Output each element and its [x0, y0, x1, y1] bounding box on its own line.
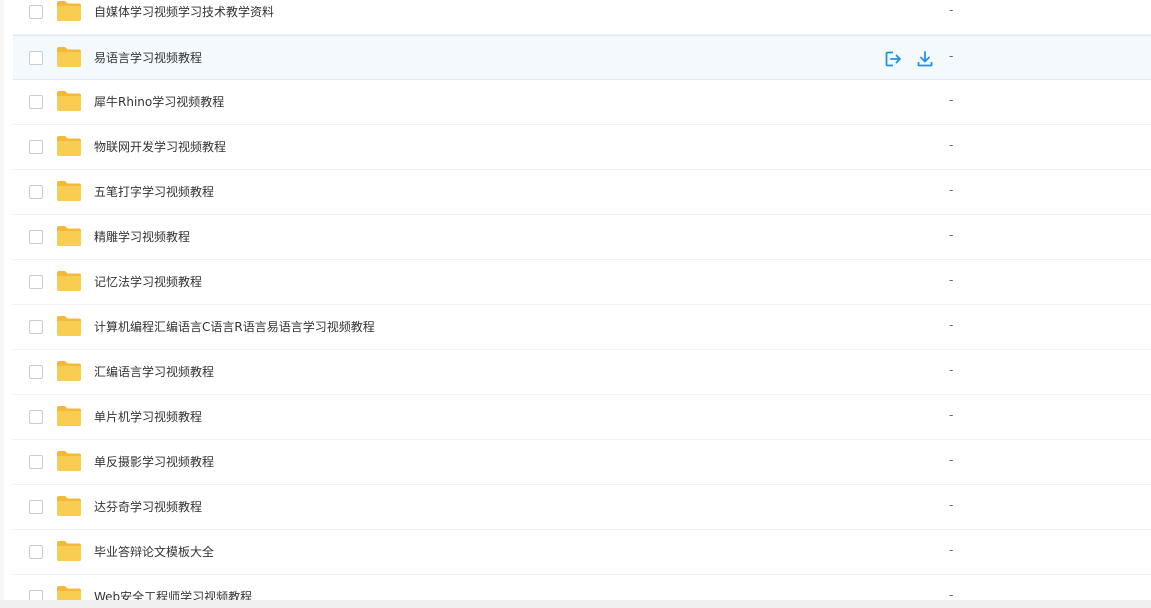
- file-row[interactable]: 犀牛Rhino学习视频教程 -: [13, 80, 1151, 125]
- folder-icon: [57, 316, 81, 336]
- row-actions: [884, 50, 934, 70]
- file-size: -: [949, 93, 954, 107]
- folder-icon: [57, 271, 81, 291]
- file-row[interactable]: 易语言学习视频教程 -: [13, 35, 1151, 80]
- file-row[interactable]: 单片机学习视频教程 -: [13, 395, 1151, 440]
- file-row[interactable]: 计算机编程汇编语言C语言R语言易语言学习视频教程 -: [13, 305, 1151, 350]
- folder-icon: [57, 181, 81, 201]
- file-list: 自媒体学习视频学习技术教学资料 - 易语言学习视频教程 - 犀牛Rhino学习视…: [4, 0, 1151, 600]
- file-name[interactable]: Web安全工程师学习视频教程: [94, 588, 252, 600]
- folder-icon: [57, 541, 81, 561]
- file-row[interactable]: 单反摄影学习视频教程 -: [13, 440, 1151, 485]
- file-size: -: [949, 543, 954, 557]
- download-icon[interactable]: [916, 50, 934, 68]
- file-name[interactable]: 毕业答辩论文模板大全: [94, 543, 214, 560]
- folder-icon: [57, 1, 81, 21]
- folder-icon: [57, 47, 81, 67]
- row-checkbox[interactable]: [29, 5, 43, 19]
- file-size: -: [949, 498, 954, 512]
- file-name[interactable]: 汇编语言学习视频教程: [94, 363, 214, 380]
- file-row[interactable]: 五笔打字学习视频教程 -: [13, 170, 1151, 215]
- folder-icon: [57, 361, 81, 381]
- row-checkbox[interactable]: [29, 590, 43, 600]
- folder-icon: [57, 406, 81, 426]
- folder-icon: [57, 136, 81, 156]
- file-name[interactable]: 易语言学习视频教程: [94, 49, 202, 66]
- file-size: -: [949, 138, 954, 152]
- file-size: -: [949, 49, 954, 63]
- file-row[interactable]: 汇编语言学习视频教程 -: [13, 350, 1151, 395]
- file-row[interactable]: 精雕学习视频教程 -: [13, 215, 1151, 260]
- folder-icon: [57, 496, 81, 516]
- horizontal-scrollbar-track[interactable]: [0, 600, 1151, 608]
- file-size: -: [949, 3, 954, 17]
- file-size: -: [949, 183, 954, 197]
- file-name[interactable]: 犀牛Rhino学习视频教程: [94, 93, 224, 110]
- row-checkbox[interactable]: [29, 95, 43, 109]
- file-row[interactable]: 物联网开发学习视频教程 -: [13, 125, 1151, 170]
- row-checkbox[interactable]: [29, 500, 43, 514]
- row-checkbox[interactable]: [29, 410, 43, 424]
- file-name[interactable]: 达芬奇学习视频教程: [94, 498, 202, 515]
- file-size: -: [949, 318, 954, 332]
- file-row[interactable]: 自媒体学习视频学习技术教学资料 -: [13, 0, 1151, 35]
- file-name[interactable]: 自媒体学习视频学习技术教学资料: [94, 3, 274, 20]
- row-checkbox[interactable]: [29, 140, 43, 154]
- share-icon[interactable]: [884, 50, 902, 68]
- folder-icon: [57, 451, 81, 471]
- file-name[interactable]: 计算机编程汇编语言C语言R语言易语言学习视频教程: [94, 318, 375, 335]
- row-checkbox[interactable]: [29, 185, 43, 199]
- file-size: -: [949, 363, 954, 377]
- folder-icon: [57, 91, 81, 111]
- file-size: -: [949, 408, 954, 422]
- row-checkbox[interactable]: [29, 320, 43, 334]
- file-name[interactable]: 精雕学习视频教程: [94, 228, 190, 245]
- file-row[interactable]: 毕业答辩论文模板大全 -: [13, 530, 1151, 575]
- file-row[interactable]: Web安全工程师学习视频教程 -: [13, 575, 1151, 600]
- row-checkbox[interactable]: [29, 545, 43, 559]
- folder-icon: [57, 586, 81, 600]
- file-size: -: [949, 228, 954, 242]
- row-checkbox[interactable]: [29, 230, 43, 244]
- file-name[interactable]: 单片机学习视频教程: [94, 408, 202, 425]
- file-row[interactable]: 达芬奇学习视频教程 -: [13, 485, 1151, 530]
- file-name[interactable]: 记忆法学习视频教程: [94, 273, 202, 290]
- row-checkbox[interactable]: [29, 455, 43, 469]
- file-size: -: [949, 273, 954, 287]
- row-checkbox[interactable]: [29, 365, 43, 379]
- file-row[interactable]: 记忆法学习视频教程 -: [13, 260, 1151, 305]
- folder-icon: [57, 226, 81, 246]
- row-checkbox[interactable]: [29, 275, 43, 289]
- file-name[interactable]: 物联网开发学习视频教程: [94, 138, 226, 155]
- row-checkbox[interactable]: [29, 51, 43, 65]
- file-list-panel: 自媒体学习视频学习技术教学资料 - 易语言学习视频教程 - 犀牛Rhino学习视…: [4, 0, 1151, 600]
- file-size: -: [949, 588, 954, 600]
- file-name[interactable]: 五笔打字学习视频教程: [94, 183, 214, 200]
- file-name[interactable]: 单反摄影学习视频教程: [94, 453, 214, 470]
- file-size: -: [949, 453, 954, 467]
